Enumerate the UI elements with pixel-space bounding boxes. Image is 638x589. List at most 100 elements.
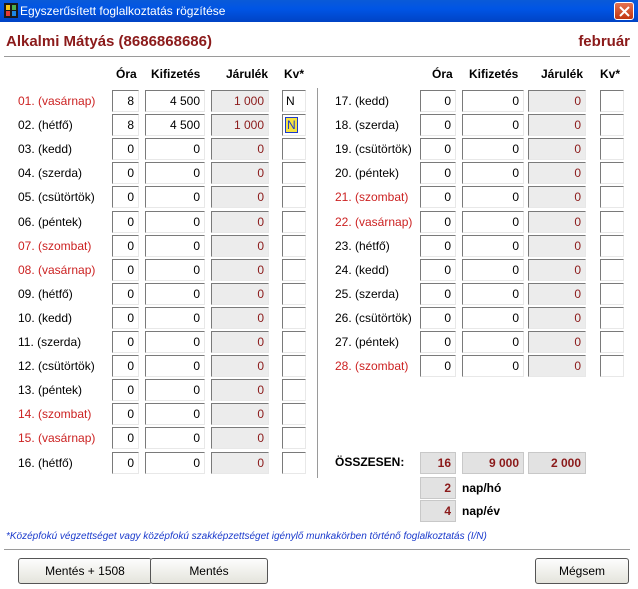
- kv-input[interactable]: [282, 331, 306, 353]
- kv-input[interactable]: [282, 162, 306, 185]
- kifizetes-input[interactable]: 0: [462, 162, 524, 185]
- ora-input[interactable]: 0: [112, 234, 139, 257]
- kv-input[interactable]: [282, 258, 306, 281]
- jarulek-value: 0: [211, 427, 269, 450]
- jarulek-value: 0: [528, 138, 586, 161]
- kv-input[interactable]: [600, 234, 624, 257]
- save-button[interactable]: Mentés: [150, 558, 268, 584]
- kifizetes-input[interactable]: 0: [462, 234, 524, 257]
- ora-input[interactable]: 8: [112, 90, 139, 112]
- col-header-kv-left: Kv*: [284, 67, 305, 81]
- jarulek-value: 0: [528, 355, 586, 378]
- ora-input[interactable]: 0: [420, 234, 456, 257]
- ora-input[interactable]: 0: [112, 331, 139, 353]
- kifizetes-input[interactable]: 0: [145, 403, 205, 426]
- ora-input[interactable]: 0: [420, 138, 456, 161]
- ora-input[interactable]: 0: [420, 282, 456, 305]
- ora-input[interactable]: 0: [420, 331, 456, 353]
- ora-input[interactable]: 0: [112, 451, 139, 474]
- kv-input[interactable]: [282, 403, 306, 426]
- ora-input[interactable]: 0: [112, 306, 139, 329]
- ora-input[interactable]: 0: [420, 90, 456, 112]
- close-icon: [619, 6, 630, 17]
- jarulek-value: 0: [211, 403, 269, 426]
- kv-input[interactable]: [282, 282, 306, 305]
- ora-input[interactable]: 0: [420, 162, 456, 185]
- day-label: 27. (péntek): [335, 335, 400, 349]
- kifizetes-input[interactable]: 0: [462, 355, 524, 378]
- ora-input[interactable]: 0: [420, 210, 456, 233]
- total-label: ÖSSZESEN:: [335, 455, 405, 469]
- kv-input[interactable]: [600, 282, 624, 305]
- kv-input[interactable]: [600, 114, 624, 137]
- kv-input[interactable]: [282, 306, 306, 329]
- jarulek-value: 0: [211, 331, 269, 353]
- kifizetes-input[interactable]: 0: [462, 186, 524, 209]
- kifizetes-input[interactable]: 0: [145, 306, 205, 329]
- ora-input[interactable]: 0: [112, 162, 139, 185]
- ora-input[interactable]: 0: [420, 114, 456, 137]
- kifizetes-input[interactable]: 0: [145, 355, 205, 378]
- kv-input[interactable]: [282, 451, 306, 474]
- kv-input[interactable]: [282, 138, 306, 161]
- kifizetes-input[interactable]: 0: [145, 138, 205, 161]
- kifizetes-input[interactable]: 0: [462, 210, 524, 233]
- jarulek-value: 0: [528, 210, 586, 233]
- ora-input[interactable]: 0: [112, 210, 139, 233]
- ora-input[interactable]: 0: [420, 306, 456, 329]
- kifizetes-input[interactable]: 0: [462, 282, 524, 305]
- kifizetes-input[interactable]: 0: [145, 186, 205, 209]
- kv-input[interactable]: [282, 427, 306, 450]
- kifizetes-input[interactable]: 0: [145, 258, 205, 281]
- kv-input[interactable]: [600, 162, 624, 185]
- kifizetes-input[interactable]: 0: [462, 90, 524, 112]
- kv-input[interactable]: N: [282, 90, 306, 112]
- ora-input[interactable]: 8: [112, 114, 139, 137]
- kifizetes-input[interactable]: 4 500: [145, 114, 205, 137]
- kv-input[interactable]: [282, 355, 306, 378]
- kifizetes-input[interactable]: 0: [145, 210, 205, 233]
- kv-input[interactable]: N: [282, 114, 306, 137]
- save-1508-button[interactable]: Mentés + 1508: [18, 558, 152, 584]
- kifizetes-input[interactable]: 0: [145, 379, 205, 402]
- jarulek-value: 0: [211, 379, 269, 402]
- cancel-button[interactable]: Mégsem: [535, 558, 629, 584]
- kifizetes-input[interactable]: 0: [462, 114, 524, 137]
- ora-input[interactable]: 0: [112, 427, 139, 450]
- kifizetes-input[interactable]: 0: [462, 258, 524, 281]
- ora-input[interactable]: 0: [112, 186, 139, 209]
- ora-input[interactable]: 0: [112, 403, 139, 426]
- kv-input[interactable]: [282, 186, 306, 209]
- kv-input[interactable]: [600, 186, 624, 209]
- ora-input[interactable]: 0: [112, 355, 139, 378]
- kv-input[interactable]: [600, 258, 624, 281]
- kifizetes-input[interactable]: 0: [145, 162, 205, 185]
- kv-input[interactable]: [282, 210, 306, 233]
- ora-input[interactable]: 0: [112, 282, 139, 305]
- kv-input[interactable]: [282, 234, 306, 257]
- kv-input[interactable]: [600, 138, 624, 161]
- ora-input[interactable]: 0: [112, 258, 139, 281]
- kifizetes-input[interactable]: 0: [145, 427, 205, 450]
- ora-input[interactable]: 0: [420, 186, 456, 209]
- kv-input[interactable]: [282, 379, 306, 402]
- ora-input[interactable]: 0: [112, 379, 139, 402]
- kv-input[interactable]: [600, 90, 624, 112]
- kifizetes-input[interactable]: 0: [145, 331, 205, 353]
- kifizetes-input[interactable]: 0: [462, 306, 524, 329]
- kv-input[interactable]: [600, 210, 624, 233]
- kifizetes-input[interactable]: 0: [145, 282, 205, 305]
- kifizetes-input[interactable]: 0: [462, 138, 524, 161]
- close-button[interactable]: [614, 2, 634, 20]
- kifizetes-input[interactable]: 4 500: [145, 90, 205, 112]
- kifizetes-input[interactable]: 0: [462, 331, 524, 353]
- kv-input[interactable]: [600, 331, 624, 353]
- day-label: 18. (szerda): [335, 118, 400, 133]
- kifizetes-input[interactable]: 0: [145, 451, 205, 474]
- kv-input[interactable]: [600, 355, 624, 378]
- kifizetes-input[interactable]: 0: [145, 234, 205, 257]
- ora-input[interactable]: 0: [420, 258, 456, 281]
- ora-input[interactable]: 0: [420, 355, 456, 378]
- ora-input[interactable]: 0: [112, 138, 139, 161]
- kv-input[interactable]: [600, 306, 624, 329]
